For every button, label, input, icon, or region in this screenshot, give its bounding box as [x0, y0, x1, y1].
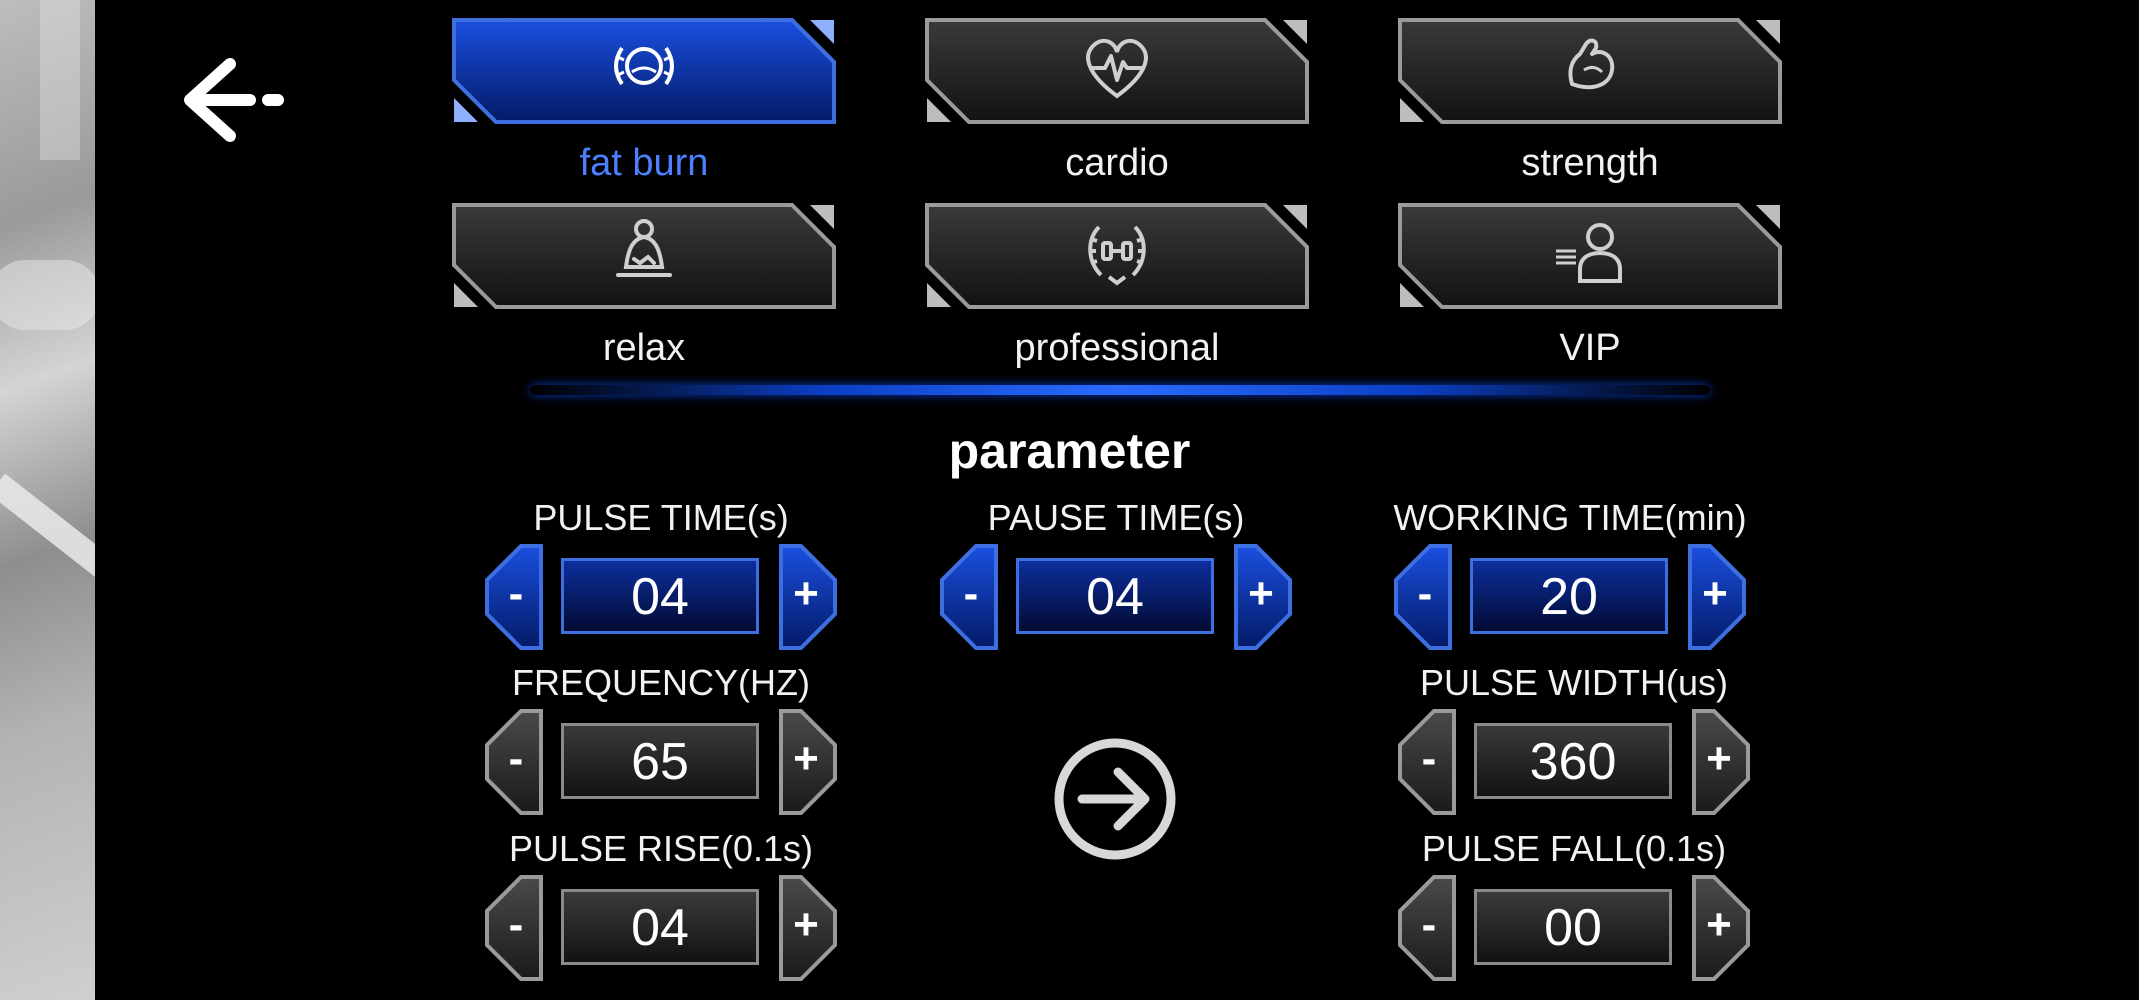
minus-icon: - — [508, 569, 524, 618]
minus-icon: - — [1421, 734, 1437, 783]
working-time-value[interactable]: 20 — [1470, 558, 1668, 634]
plus-icon: + — [1706, 900, 1732, 949]
increase-button[interactable]: + — [1684, 873, 1754, 983]
pulse-fall-label: PULSE FALL(0.1s) — [1421, 828, 1727, 869]
decrease-button[interactable]: - — [1394, 873, 1464, 983]
increase-button[interactable]: + — [771, 707, 841, 817]
minus-icon: - — [963, 569, 979, 618]
pause-time-value[interactable]: 04 — [1016, 558, 1214, 634]
mode-label: relax — [602, 327, 686, 369]
fat-burn-icon — [614, 46, 674, 86]
decrease-button[interactable]: - — [1390, 542, 1460, 652]
plus-icon: + — [793, 569, 819, 618]
minus-icon: - — [1417, 569, 1433, 618]
decrease-button[interactable]: - — [1394, 707, 1464, 817]
minus-icon: - — [508, 900, 524, 949]
pulse-width-label: PULSE WIDTH(us) — [1419, 662, 1729, 703]
frequency-label: FREQUENCY(HZ) — [512, 662, 810, 703]
laurel-dumbbell-icon — [1088, 225, 1146, 286]
pulse-fall-value[interactable]: 00 — [1474, 889, 1672, 965]
start-arrow-icon[interactable] — [1052, 736, 1178, 862]
decrease-button[interactable]: - — [936, 542, 1006, 652]
back-arrow-icon[interactable] — [170, 50, 300, 150]
increase-button[interactable]: + — [1226, 542, 1296, 652]
background-photo — [0, 0, 95, 1000]
decrease-button[interactable]: - — [481, 873, 551, 983]
vip-person-icon — [1556, 223, 1622, 283]
meditation-icon — [616, 219, 672, 277]
increase-button[interactable]: + — [1680, 542, 1750, 652]
mode-label: VIP — [1559, 327, 1621, 369]
pulse-time-label: PULSE TIME(s) — [533, 497, 789, 538]
increase-button[interactable]: + — [771, 873, 841, 983]
plus-icon: + — [793, 734, 819, 783]
pause-time-label: PAUSE TIME(s) — [987, 497, 1245, 538]
working-time-label: WORKING TIME(min) — [1393, 497, 1747, 538]
decrease-button[interactable]: - — [481, 707, 551, 817]
plus-icon: + — [1702, 569, 1728, 618]
plus-icon: + — [1706, 734, 1732, 783]
increase-button[interactable]: + — [771, 542, 841, 652]
frequency-value[interactable]: 65 — [561, 723, 759, 799]
plus-icon: + — [1248, 569, 1274, 618]
mode-label: strength — [1521, 142, 1659, 184]
mode-label: cardio — [1065, 142, 1169, 184]
heart-pulse-icon — [1086, 38, 1148, 99]
flexed-arm-icon — [1568, 38, 1615, 90]
pulse-time-value[interactable]: 04 — [561, 558, 759, 634]
plus-icon: + — [793, 900, 819, 949]
mode-label: fat burn — [579, 142, 709, 184]
minus-icon: - — [1421, 900, 1437, 949]
pulse-width-value[interactable]: 360 — [1474, 723, 1672, 799]
parameter-title: parameter — [948, 423, 1191, 479]
minus-icon: - — [508, 734, 524, 783]
pulse-rise-value[interactable]: 04 — [561, 889, 759, 965]
mode-label: professional — [1014, 327, 1220, 369]
increase-button[interactable]: + — [1684, 707, 1754, 817]
pulse-rise-label: PULSE RISE(0.1s) — [508, 828, 814, 869]
decrease-button[interactable]: - — [481, 542, 551, 652]
section-divider — [530, 385, 1710, 395]
